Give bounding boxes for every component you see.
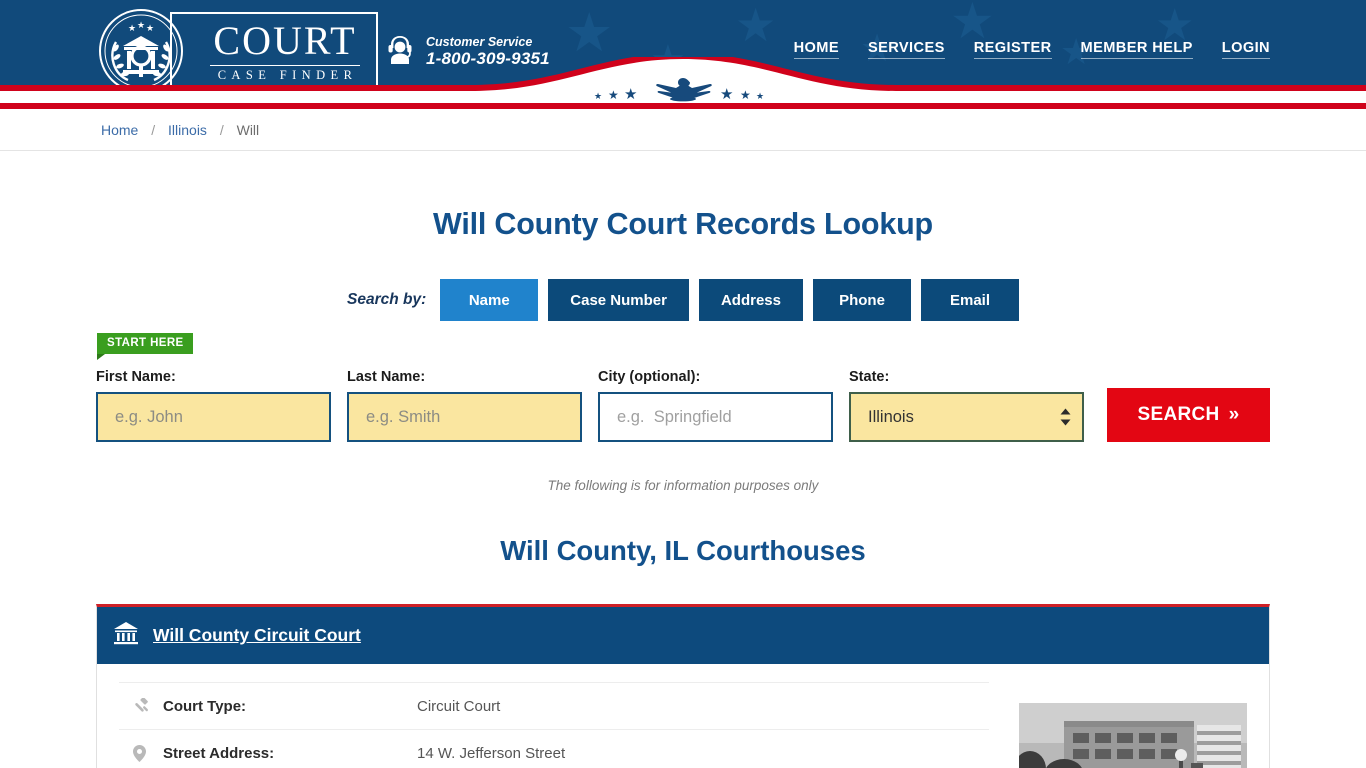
court-card-body: Court Type: Circuit Court Street Address… bbox=[97, 664, 1269, 768]
first-name-input[interactable] bbox=[96, 392, 331, 442]
page-title: Will County Court Records Lookup bbox=[433, 207, 933, 241]
state-select[interactable]: Illinois bbox=[849, 392, 1084, 442]
first-name-field-group: First Name: bbox=[96, 369, 331, 442]
disclaimer-text: The following is for information purpose… bbox=[547, 478, 819, 493]
site-header: ★ ★ ★ ★ ★ ★ ★ ★ ★ COURT CASE FINDER Cust… bbox=[0, 0, 1366, 103]
tab-email[interactable]: Email bbox=[921, 279, 1019, 321]
tab-address[interactable]: Address bbox=[698, 279, 803, 321]
court-card-header: Will County Circuit Court bbox=[97, 607, 1269, 664]
courthouses-section-title: Will County, IL Courthouses bbox=[500, 535, 866, 566]
search-button[interactable]: SEARCH » bbox=[1107, 388, 1270, 442]
last-name-field-group: Last Name: bbox=[347, 369, 582, 442]
search-button-label: SEARCH bbox=[1137, 404, 1220, 425]
breadcrumb-item-home[interactable]: Home bbox=[101, 122, 138, 138]
svg-text:★: ★ bbox=[146, 23, 154, 33]
city-input[interactable] bbox=[598, 392, 833, 442]
double-chevron-right-icon: » bbox=[1228, 404, 1240, 425]
city-label: City (optional): bbox=[598, 369, 701, 385]
tab-phone[interactable]: Phone bbox=[813, 279, 911, 321]
table-row: Street Address: 14 W. Jefferson Street bbox=[119, 729, 989, 768]
table-row: Court Type: Circuit Court bbox=[119, 682, 989, 729]
breadcrumb-separator: / bbox=[151, 121, 156, 138]
breadcrumb: Home / Illinois / Will bbox=[101, 122, 259, 138]
svg-text:★: ★ bbox=[128, 23, 136, 33]
last-name-input[interactable] bbox=[347, 392, 582, 442]
tab-case-number[interactable]: Case Number bbox=[548, 279, 689, 321]
court-photo-wrap bbox=[1019, 680, 1247, 768]
row-label-court-type: Court Type: bbox=[163, 697, 247, 715]
tab-name[interactable]: Name bbox=[440, 279, 539, 321]
court-card-title-link[interactable]: Will County Circuit Court bbox=[153, 625, 361, 646]
main-content: Will County Court Records Lookup Search … bbox=[0, 207, 1366, 768]
customer-service-label: Customer Service bbox=[426, 34, 533, 49]
breadcrumb-item-illinois[interactable]: Illinois bbox=[168, 122, 207, 138]
state-label: State: bbox=[849, 369, 890, 385]
svg-text:★: ★ bbox=[137, 20, 145, 30]
search-by-label: Search by: bbox=[347, 291, 427, 308]
search-by-tabs: Search by: Name Case Number Address Phon… bbox=[96, 279, 1270, 321]
map-pin-icon bbox=[133, 744, 163, 762]
gavel-icon bbox=[133, 697, 163, 715]
row-label-street-address: Street Address: bbox=[163, 744, 275, 762]
header-wave-decoration bbox=[0, 57, 1366, 103]
search-form: START HERE First Name: Last Name: City (… bbox=[96, 333, 1270, 442]
row-value-court-type: Circuit Court bbox=[417, 697, 501, 715]
court-detail-rows: Court Type: Circuit Court Street Address… bbox=[119, 680, 989, 768]
logo-brand-text: COURT bbox=[213, 17, 357, 63]
court-card: Will County Circuit Court Court Type: Ci… bbox=[96, 604, 1270, 768]
row-value-street-address: 14 W. Jefferson Street bbox=[417, 744, 566, 762]
start-here-badge: START HERE bbox=[97, 333, 193, 360]
courthouse-bank-icon bbox=[113, 621, 139, 650]
first-name-label: First Name: bbox=[96, 369, 176, 385]
state-field-group: State: Illinois bbox=[849, 369, 1084, 442]
courthouse-photo bbox=[1019, 703, 1247, 768]
breadcrumb-bar: Home / Illinois / Will bbox=[0, 109, 1366, 151]
breadcrumb-separator: / bbox=[219, 121, 224, 138]
breadcrumb-item-will: Will bbox=[236, 121, 260, 138]
city-field-group: City (optional): bbox=[598, 369, 833, 442]
last-name-label: Last Name: bbox=[347, 369, 426, 385]
